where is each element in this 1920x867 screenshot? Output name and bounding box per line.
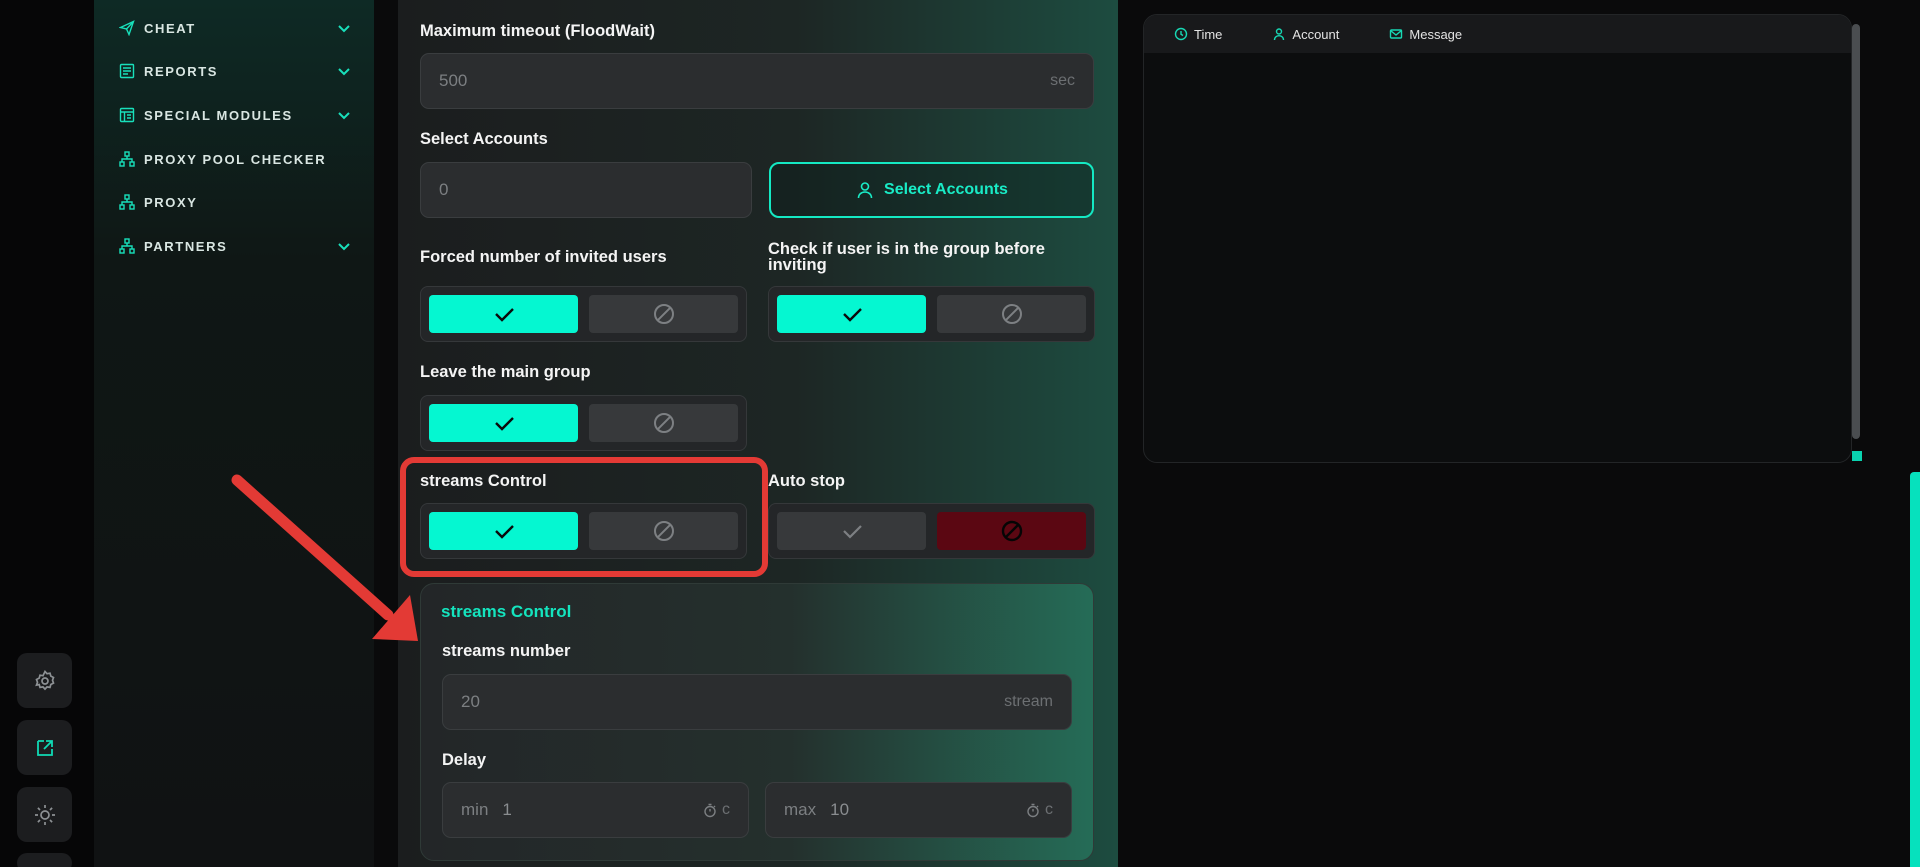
chevron-down-icon[interactable] (336, 20, 352, 36)
check-icon (842, 308, 862, 322)
delay-min-prefix: min (461, 800, 489, 819)
toggle-yes-button[interactable] (777, 512, 926, 550)
select-accounts-button-label: Select Accounts (884, 181, 1008, 198)
log-column-label: Account (1292, 26, 1340, 42)
streams-number-value: 20 (461, 692, 480, 711)
max-timeout-value: 500 (439, 71, 468, 90)
toggle-no-button[interactable] (589, 404, 738, 442)
sidebar-item-partners[interactable]: PARTNERS (94, 231, 374, 261)
streams-number-suffix: stream (1004, 693, 1053, 710)
streams-number-label: streams number (442, 642, 571, 660)
max-timeout-suffix: sec (1050, 72, 1075, 89)
external-link-icon (36, 739, 53, 756)
page-scrollbar[interactable] (1910, 472, 1920, 867)
sidebar-item-label: REPORTS (144, 63, 219, 79)
delay-max-input[interactable]: max 10 c (765, 782, 1072, 838)
log-column-time[interactable]: Time (1174, 27, 1222, 42)
delay-min-unit: c (702, 801, 730, 819)
sidebar-item-label: PROXY POOL CHECKER (144, 151, 327, 167)
report-icon (118, 62, 136, 80)
log-column-message[interactable]: Message (1389, 27, 1462, 42)
theme-toggle-button[interactable] (17, 787, 72, 842)
accounts-count-value: 0 (439, 180, 449, 199)
sidebar-item-label: PARTNERS (144, 238, 228, 254)
network-icon (118, 150, 136, 168)
chevron-down-icon[interactable] (336, 107, 352, 123)
check-icon (494, 417, 514, 431)
mail-icon (1390, 29, 1403, 39)
sidebar-item-proxy-pool-checker[interactable]: PROXY POOL CHECKER (94, 144, 374, 174)
toggle-yes-button[interactable] (429, 404, 578, 442)
sidebar-item-label: CHEAT (144, 20, 196, 36)
delay-min-value: 1 (502, 800, 512, 819)
toggle-no-button[interactable] (589, 295, 738, 333)
sidebar-item-cheat[interactable]: CHEAT (94, 13, 374, 43)
check-in-group-label: Check if user is in the group before inv… (768, 240, 1045, 274)
gear-icon (34, 669, 55, 690)
network-icon (118, 193, 136, 211)
chevron-down-icon[interactable] (336, 63, 352, 79)
max-timeout-input[interactable]: 500 sec (420, 53, 1094, 109)
delay-max-value: 10 (830, 800, 850, 819)
forced-invited-label: Forced number of invited users (420, 248, 667, 266)
log-column-label: Message (1409, 26, 1463, 42)
max-timeout-label: Maximum timeout (FloodWait) (420, 22, 655, 40)
delay-min-input[interactable]: min 1 c (442, 782, 749, 838)
network-icon (118, 237, 136, 255)
log-scrollbar[interactable] (1852, 24, 1860, 439)
ban-icon (653, 304, 674, 324)
streams-number-input[interactable]: 20 stream (442, 674, 1072, 730)
clock-icon (1174, 27, 1188, 41)
delay-min-suffix: c (722, 801, 730, 818)
app: CHEAT REPORTS SPECIAL MODULES PROXY POOL… (0, 0, 1920, 867)
check-icon (842, 525, 862, 539)
sidebar-item-proxy[interactable]: PROXY (94, 187, 374, 217)
toggle-yes-button[interactable] (429, 295, 578, 333)
auto-stop-label: Auto stop (768, 472, 845, 490)
highlight-box (400, 457, 768, 577)
sidebar-item-reports[interactable]: REPORTS (94, 56, 374, 86)
chevron-down-icon[interactable] (336, 238, 352, 254)
ban-icon (653, 413, 674, 433)
rail-button-partial[interactable] (17, 853, 72, 867)
leave-main-group-toggle (420, 395, 747, 451)
auto-stop-toggle (768, 503, 1095, 559)
send-icon (118, 19, 136, 37)
toggle-no-button[interactable] (937, 512, 1086, 550)
ban-icon (1001, 520, 1022, 542)
sidebar-item-label: PROXY (144, 194, 198, 210)
sun-icon (34, 804, 55, 825)
toggle-no-button[interactable] (937, 295, 1086, 333)
log-column-label: Time (1194, 26, 1223, 42)
open-external-button[interactable] (17, 720, 72, 775)
settings-button[interactable] (17, 653, 72, 708)
sidebar: CHEAT REPORTS SPECIAL MODULES PROXY POOL… (94, 0, 374, 867)
delay-max-unit: c (1025, 801, 1053, 819)
check-icon (494, 308, 514, 322)
sidebar-item-special-modules[interactable]: SPECIAL MODULES (94, 100, 374, 130)
modules-icon (118, 106, 136, 124)
forced-invited-toggle (420, 286, 747, 342)
stopwatch-icon (704, 803, 716, 818)
user-icon (1274, 28, 1285, 41)
leave-main-group-label: Leave the main group (420, 363, 591, 381)
ban-icon (1001, 304, 1022, 324)
select-accounts-label: Select Accounts (420, 130, 548, 148)
check-in-group-toggle (768, 286, 1095, 342)
streams-panel-title: streams Control (441, 602, 572, 621)
accounts-count-input[interactable]: 0 (420, 162, 752, 218)
delay-max-suffix: c (1045, 801, 1053, 818)
delay-max-prefix: max (784, 800, 817, 819)
user-icon (857, 182, 873, 199)
log-header: Time Account Message (1144, 15, 1851, 53)
sidebar-item-label: SPECIAL MODULES (144, 107, 293, 123)
icon-rail (0, 0, 94, 867)
delay-label: Delay (442, 751, 487, 769)
stopwatch-icon (1027, 803, 1039, 818)
select-accounts-button[interactable]: Select Accounts (769, 162, 1094, 218)
log-column-account[interactable]: Account (1272, 27, 1339, 42)
toggle-yes-button[interactable] (777, 295, 926, 333)
log-panel: Time Account Message (1143, 14, 1852, 463)
resize-handle[interactable] (1852, 451, 1862, 461)
